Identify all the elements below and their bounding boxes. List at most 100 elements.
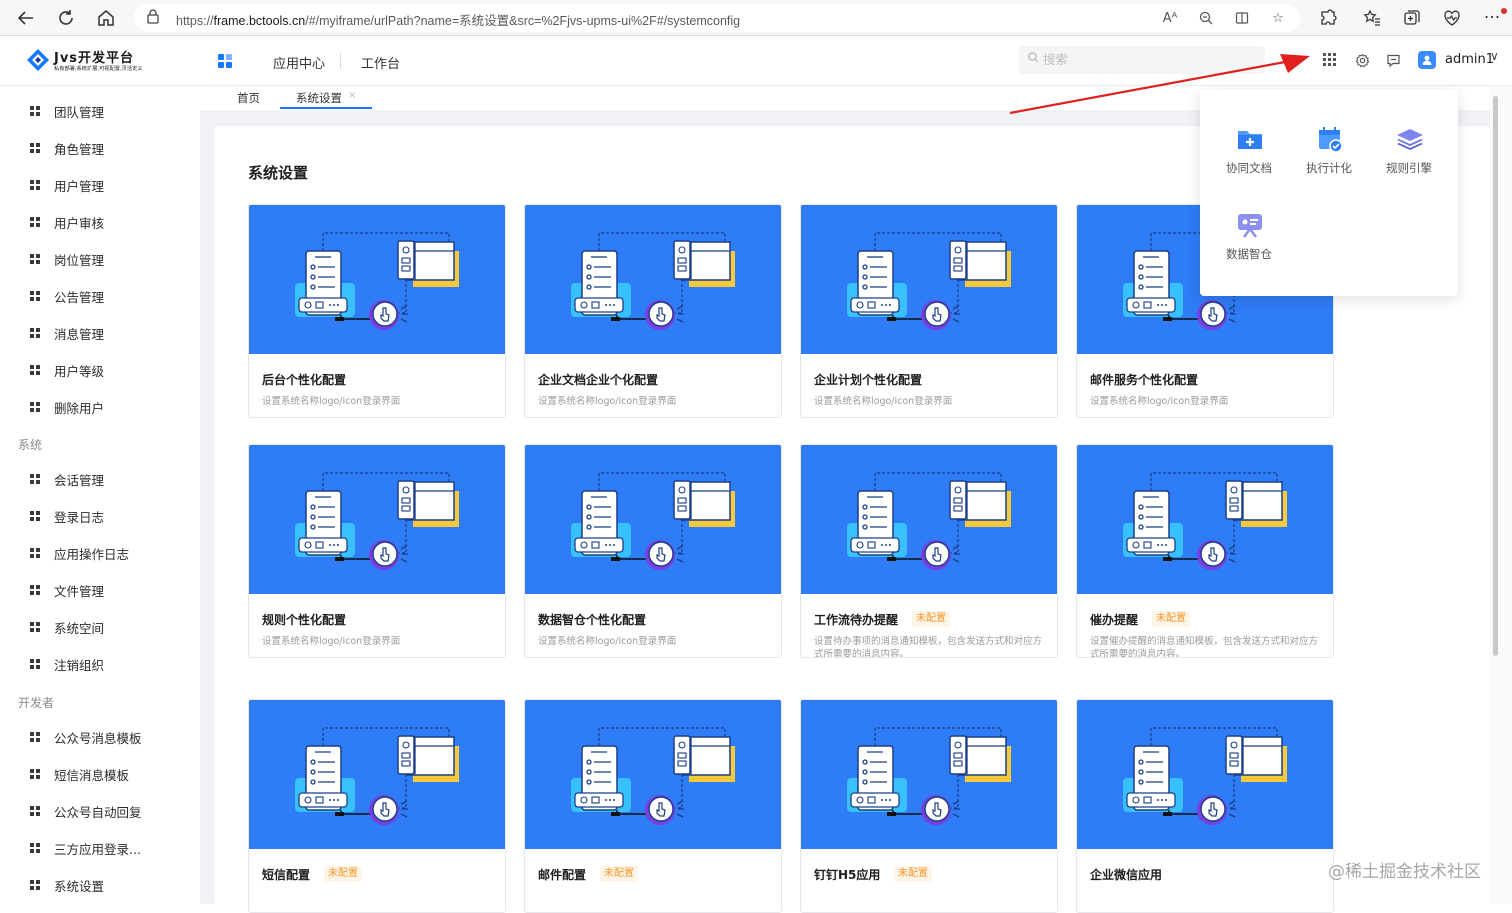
message-icon[interactable] [1384,51,1402,69]
app-tile-data-warehouse[interactable]: 数据智仓 [1214,210,1284,280]
grid-icon [30,659,40,669]
config-card[interactable]: 邮件配置 未配置 [524,699,782,913]
sidebar-item-label: 用户管理 [54,179,105,194]
browser-toolbar: https://frame.bctools.cn/#/myiframe/urlP… [0,0,1512,36]
sidebar-item[interactable]: 团队管理 [0,95,200,125]
config-card[interactable]: 催办提醒 未配置 设置催办提醒的消息通知模板，包含发送方式和对应方式所需要的消息内容… [1076,444,1334,658]
app-tile-collab-docs[interactable]: 协同文档 [1214,124,1284,194]
sidebar-item[interactable]: 岗位管理 [0,243,200,273]
sidebar-item-label: 公告管理 [54,290,105,305]
config-card[interactable]: 企业微信应用 [1076,699,1334,913]
nav-workbench[interactable]: 工作台 [361,53,400,72]
app-tile-execution-plan[interactable]: 执行计化 [1294,124,1364,194]
sidebar-item[interactable]: 公告管理 [0,280,200,310]
username[interactable]: admin1 [1445,52,1494,67]
config-card[interactable]: 短信配置 未配置 [248,699,506,913]
apps-grid-icon[interactable] [1323,53,1336,66]
sidebar-item[interactable]: 公众号自动回复 [0,795,200,825]
tab-system-settings[interactable]: 系统设置 [296,90,342,106]
sidebar-item[interactable]: 应用操作日志 [0,537,200,567]
data-screen-icon [1238,214,1262,238]
sidebar-item-label: 会话管理 [54,473,105,488]
config-card[interactable]: 企业计划个性化配置 设置系统名称logo/icon登录界面 [800,204,1058,418]
sidebar-item-label: 应用操作日志 [54,547,130,562]
sidebar-item[interactable]: 角色管理 [0,132,200,162]
grid-icon [30,365,40,375]
sidebar-item[interactable]: 公众号消息模板 [0,721,200,751]
config-illustration [1123,472,1287,570]
url-text[interactable]: https://frame.bctools.cn/#/myiframe/urlP… [176,10,740,29]
settings-gear-icon[interactable] [1353,51,1371,69]
sidebar-item-label: 系统设置 [54,879,105,894]
sidebar-item-label: 消息管理 [54,327,105,342]
logo-icon [27,49,49,71]
grid-icon [30,806,40,816]
sidebar-item[interactable]: 三方应用登录... [0,832,200,862]
home-icon[interactable] [94,6,118,30]
grid-icon [30,732,40,742]
grid-icon [30,291,40,301]
favorites-icon[interactable] [1360,6,1384,30]
sidebar: 团队管理 角色管理 用户管理 用户审核 岗位管理 公告管理 消息管理 用户等级 删除用户 系统 … [0,87,200,904]
tab-home[interactable]: 首页 [237,90,260,106]
sidebar-item[interactable]: 系统设置 [0,869,200,899]
sidebar-item[interactable]: 注销组织 [0,648,200,678]
sidebar-item[interactable]: 会话管理 [0,463,200,493]
sidebar-item[interactable]: 用户管理 [0,169,200,199]
collections-icon[interactable] [1400,6,1424,30]
sidebar-item[interactable]: 消息管理 [0,317,200,347]
scrollbar-thumb[interactable] [1493,96,1498,656]
performance-icon[interactable] [1440,6,1464,30]
app-tile-rule-engine[interactable]: 规则引擎 [1374,124,1444,194]
chevron-down-icon[interactable]: ∨ [1490,49,1499,63]
sidebar-item[interactable]: 文件管理 [0,574,200,604]
refresh-icon[interactable] [54,6,78,30]
read-aloud-icon[interactable]: Aᴬ [1160,8,1180,28]
zoom-icon[interactable] [1196,8,1216,28]
card-title: 工作流待办提醒 [814,613,899,627]
card-hero [1077,445,1333,594]
favorite-star-icon[interactable]: ☆ [1268,8,1288,28]
close-icon[interactable]: × [348,90,356,101]
card-description: 设置系统名称logo/icon登录界面 [538,636,677,647]
calendar-check-icon [1319,127,1343,153]
grid-icon [30,254,40,264]
grid-icon [30,180,40,190]
address-bar[interactable]: https://frame.bctools.cn/#/myiframe/urlP… [134,4,1300,32]
config-card[interactable]: 后台个性化配置 设置系统名称logo/icon登录界面 [248,204,506,418]
nav-app-center[interactable]: 应用中心 [273,53,325,72]
config-illustration [1123,727,1287,825]
extensions-icon[interactable] [1316,6,1340,30]
config-card[interactable]: 规则个性化配置 设置系统名称logo/icon登录界面 [248,444,506,658]
config-card[interactable]: 企业文档企业个化配置 设置系统名称logo/icon登录界面 [524,204,782,418]
sidebar-item[interactable]: 用户等级 [0,354,200,384]
avatar[interactable] [1418,51,1436,69]
grid-icon [30,143,40,153]
lock-icon[interactable] [146,8,160,28]
sidebar-item-label: 登录日志 [54,510,105,525]
back-arrow-icon[interactable] [14,6,38,30]
sidebar-item-label: 三方应用登录... [54,842,141,857]
status-badge: 未配置 [912,611,950,627]
sidebar-item[interactable]: 系统空间 [0,611,200,641]
config-card[interactable]: 钉钉H5应用 未配置 [800,699,1058,913]
sidebar-item[interactable]: 用户审核 [0,206,200,236]
split-screen-icon[interactable] [1232,8,1252,28]
notification-dot [1501,8,1507,14]
config-card[interactable]: 工作流待办提醒 未配置设置待办事项的消息通知模板，包含发送方式和对应方式所需要的消… [800,444,1058,658]
grid-icon [30,328,40,338]
status-badge: 未配置 [600,866,638,882]
sidebar-item[interactable]: 短信消息模板 [0,758,200,788]
status-badge: 未配置 [894,866,932,882]
sidebar-item[interactable]: 登录日志 [0,500,200,530]
config-card[interactable]: 数据智仓个性化配置 设置系统名称logo/icon登录界面 [524,444,782,658]
sidebar-item-label: 短信消息模板 [54,768,130,783]
sidebar-group-developer: 开发者 [18,696,55,710]
card-title: 短信配置 [262,868,311,882]
card-description: 设置待办事项的消息通知模板，包含发送方式和对应方式所需要的消息内容。 [814,636,1043,658]
sidebar-item[interactable]: 删除用户 [0,391,200,421]
app-switcher-icon[interactable] [218,54,232,68]
config-illustration [295,232,459,330]
sidebar-item-label: 用户审核 [54,216,105,231]
card-title: 企业文档企业个化配置 [538,373,659,387]
